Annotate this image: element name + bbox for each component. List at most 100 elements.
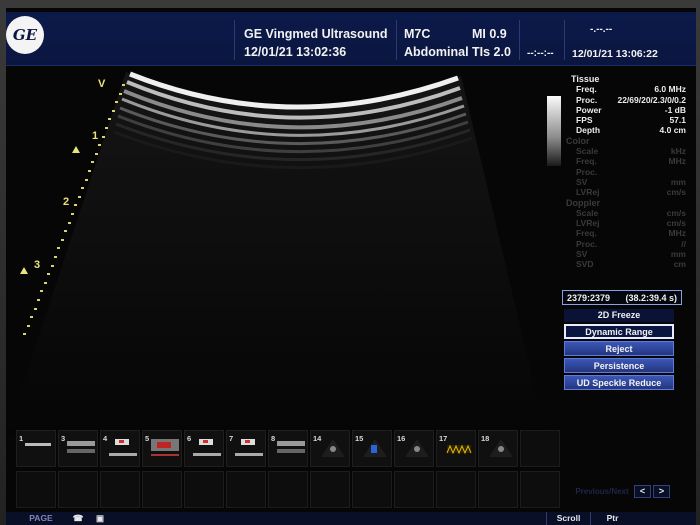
menu-item-persistence[interactable]: Persistence [564, 358, 674, 373]
color-param-label: LVRej [576, 187, 600, 198]
empty-thumbnail-slot[interactable] [394, 471, 434, 508]
preset-name: Abdominal [404, 45, 469, 59]
clipboard-thumbnail[interactable]: 14 [310, 430, 350, 467]
header-divider [519, 20, 520, 60]
clipboard-thumbnail[interactable]: 17 [436, 430, 476, 467]
empty-thumbnail-slot[interactable] [436, 471, 476, 508]
scroll-button[interactable]: Scroll [546, 512, 590, 525]
scale-tick [81, 187, 85, 190]
thumbnail-image [235, 437, 263, 461]
clipboard-thumbnail[interactable]: 8 [268, 430, 308, 467]
menu-item-ud-speckle-reduce[interactable]: UD Speckle Reduce [564, 375, 674, 390]
clipboard-thumbnail[interactable]: 15 [352, 430, 392, 467]
thumbnail-number: 4 [103, 434, 108, 443]
clipboard-thumbnail[interactable]: 6 [184, 430, 224, 467]
clipboard-thumbnail[interactable]: 5 [142, 430, 182, 467]
clipboard-thumbnail[interactable]: 18 [478, 430, 518, 467]
tissue-param-label: Depth [576, 125, 601, 136]
color-param-label: Scale [576, 146, 599, 157]
color-param-row: Proc. [566, 167, 692, 177]
empty-thumbnail-slot[interactable] [184, 471, 224, 508]
doppler-param-row: Freq. MHz [566, 228, 692, 238]
scale-tick [33, 307, 37, 310]
tissue-param-row: Freq. 6.0 MHz [566, 84, 692, 94]
tissue-param-label: FPS [576, 115, 593, 126]
doppler-param-row: SVD cm [566, 259, 692, 269]
scale-tick [23, 333, 27, 336]
color-param-value: mm [670, 176, 686, 187]
thumbnail-number: 6 [187, 434, 192, 443]
pointer-button[interactable]: Ptr [590, 512, 634, 525]
clipboard-thumbnail[interactable]: 1 [16, 430, 56, 467]
ultrasound-image-area[interactable]: V 1 2 3 [6, 66, 554, 436]
next-page-button[interactable]: > [653, 485, 670, 498]
header-divider [396, 20, 397, 60]
probe-name: M7C [404, 27, 431, 41]
empty-thumbnail-slot[interactable] [352, 471, 392, 508]
previous-page-button[interactable]: < [634, 485, 651, 498]
tissue-param-row: Depth 4.0 cm [566, 125, 692, 135]
doppler-param-value: cm/s [666, 207, 686, 218]
doppler-param-row: LVRej cm/s [566, 218, 692, 228]
tissue-heading: Tissue [571, 74, 600, 84]
phone-icon[interactable]: ☎ [70, 512, 86, 525]
doppler-param-label: SVD [576, 259, 594, 270]
thumbnail-image [151, 437, 179, 461]
focus-marker-icon[interactable] [20, 267, 28, 274]
header-divider [234, 20, 235, 60]
ge-logo-icon: GE [6, 16, 44, 54]
empty-thumbnail-slot[interactable] [142, 471, 182, 508]
empty-thumbnail-slot[interactable] [58, 471, 98, 508]
clipboard-thumbnail[interactable]: 16 [394, 430, 434, 467]
thumbnail-image [25, 437, 53, 461]
scale-tick [64, 230, 68, 233]
scale-tick [37, 299, 40, 301]
tissue-param-row: Proc. 22/69/20/2.3/0/0.2 [566, 95, 692, 105]
header-divider [564, 20, 565, 60]
scale-tick [26, 324, 30, 327]
thumbnail-image [67, 437, 95, 461]
scale-tick [77, 195, 81, 198]
menu-item-reject[interactable]: Reject [564, 341, 674, 356]
thumbnail-image [319, 437, 347, 461]
scale-tick [74, 204, 78, 207]
scale-tick [84, 178, 88, 181]
clipboard-thumbnail[interactable]: 4 [100, 430, 140, 467]
freeze-menu: 2D Freeze Dynamic Range Reject Persistence… [564, 309, 674, 390]
empty-thumbnail-slot[interactable] [520, 430, 560, 467]
empty-thumbnail-slot[interactable] [310, 471, 350, 508]
empty-thumbnail-slot[interactable] [478, 471, 518, 508]
system-name: GE Vingmed Ultrasound [244, 27, 388, 41]
tissue-param-value: -1 dB [664, 104, 686, 115]
empty-thumbnail-slot[interactable] [226, 471, 266, 508]
empty-thumbnail-slot[interactable] [16, 471, 56, 508]
scale-tick [105, 127, 108, 129]
doppler-param-value: cm [673, 259, 686, 270]
clipboard-thumbnail[interactable]: 7 [226, 430, 266, 467]
archive-icon[interactable]: ▣ [92, 512, 108, 525]
color-param-row: Freq. MHz [566, 156, 692, 166]
page-indicator: PAGE [29, 513, 53, 523]
focus-marker-icon[interactable] [72, 146, 80, 153]
tissue-param-label: Power [576, 104, 602, 115]
doppler-param-value: mm [670, 249, 686, 260]
empty-thumbnail-slot[interactable] [520, 471, 560, 508]
empty-thumbnail-slot[interactable] [268, 471, 308, 508]
color-param-label: Freq. [576, 156, 597, 167]
scale-tick [118, 92, 122, 95]
scale-tick [88, 170, 91, 172]
color-param-value: cm/s [666, 187, 686, 198]
doppler-param-label: LVRej [576, 218, 600, 229]
mechanical-index: MI 0.9 [472, 27, 507, 41]
tissue-param-value: 4.0 cm [659, 125, 686, 136]
cine-frame-counter[interactable]: 2379:2379 (38.2:39.4 s) [562, 290, 682, 305]
tissue-param-row: Power -1 dB [566, 105, 692, 115]
clipboard-thumbnail[interactable]: 3 [58, 430, 98, 467]
color-heading: Color [566, 135, 590, 146]
empty-thumbnail-slot[interactable] [100, 471, 140, 508]
menu-item-dynamic-range[interactable]: Dynamic Range [564, 324, 674, 339]
depth-label-3: 3 [34, 259, 41, 271]
page-label: Previous/Next [575, 487, 629, 496]
scale-tick [108, 118, 112, 121]
scale-tick [111, 109, 115, 112]
